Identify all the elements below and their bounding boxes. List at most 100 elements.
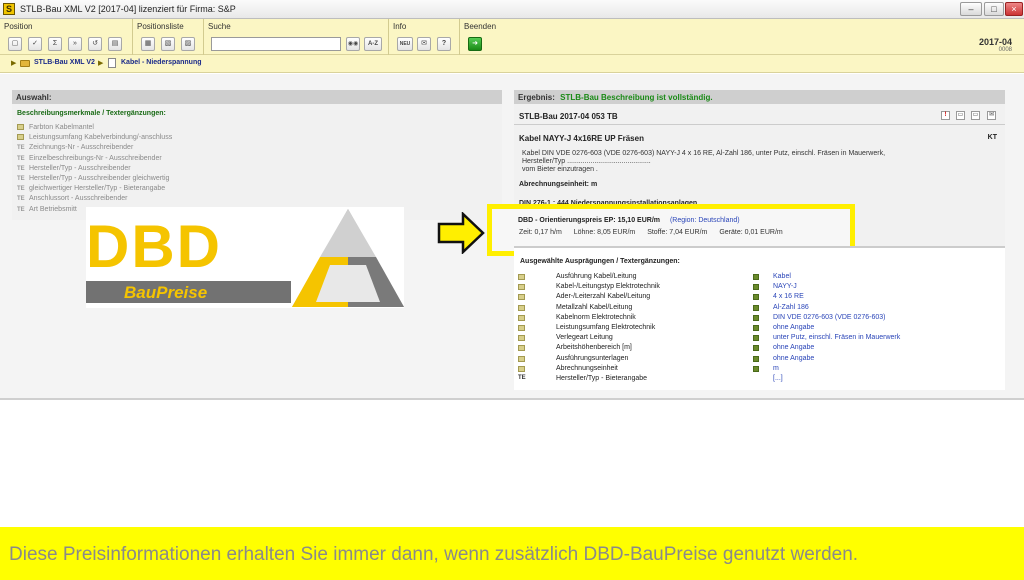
auspraegung-row[interactable]: Leistungsumfang Elektrotechnik ohne Angab… — [518, 324, 998, 334]
merkmal-icon — [17, 134, 24, 141]
position-description: Kabel DIN VDE 0276-603 (VDE 0276-603) NA… — [522, 150, 922, 174]
price-region[interactable]: (Region: Deutschland) — [670, 217, 740, 224]
merkmal-icon — [17, 124, 24, 131]
auswahl-item-label: Art Betriebsmitt — [29, 205, 77, 213]
auspraegung-row[interactable]: Ader-/Leiterzahl Kabel/Leitung 4 x 16 RE — [518, 293, 998, 303]
new-position-icon[interactable]: ▢ — [8, 37, 22, 51]
textergaenzung-marker: TE — [518, 375, 526, 381]
folder-open-icon[interactable]: ▭ — [956, 111, 965, 120]
auspraegung-row[interactable]: Verlegeart Leitung unter Putz, einschl. F… — [518, 334, 998, 344]
document-icon — [108, 58, 116, 68]
textergaenzung-marker: TE — [17, 145, 25, 152]
selected-value-icon — [753, 304, 759, 311]
auspraegungen-panel: Ausgewählte Ausprägungen / Textergänzung… — [514, 246, 1005, 390]
merkmal-icon — [518, 314, 525, 321]
auspraegung-row[interactable]: Kabelnorm Elektrotechnik DIN VDE 0276-603… — [518, 314, 998, 324]
auspraegung-row[interactable]: Kabel-/Leitungstyp Elektrotechnik NAYY-J — [518, 283, 998, 293]
toolbar-group-label: Info — [393, 22, 407, 31]
az-index-button[interactable]: A-Z — [364, 37, 382, 51]
neu-button[interactable]: NEU — [397, 37, 413, 51]
bookmark-red-icon[interactable]: ! — [941, 111, 950, 120]
auspraegung-value[interactable]: unter Putz, einschl. Fräsen in Mauerwerk — [773, 334, 900, 341]
help-icon[interactable]: ? — [437, 37, 451, 51]
auspraegung-row[interactable]: Ausführungsunterlagen ohne Angabe — [518, 355, 998, 365]
auswahl-list-item[interactable]: TE Anschlussort - Ausschreibender — [17, 195, 127, 205]
auspraegung-row[interactable]: Arbeitshöhenbereich [m] ohne Angabe — [518, 344, 998, 354]
auspraegung-name: Hersteller/Typ - Bieterangabe — [556, 375, 648, 382]
merkmal-icon — [518, 335, 525, 342]
auspraegung-value[interactable]: [...] — [773, 375, 783, 382]
breadcrumb-item-kabel[interactable]: Kabel - Niederspannung — [121, 59, 202, 66]
mail-icon[interactable]: ✉ — [417, 37, 431, 51]
textergaenzung-marker: TE — [17, 206, 25, 213]
price-stoffe: Stoffe: 7,04 EUR/m — [647, 229, 708, 236]
textergaenzung-marker: TE — [17, 165, 25, 172]
auspraegung-row[interactable]: Metallzahl Kabel/Leitung Al-Zahl 186 — [518, 304, 998, 314]
auswahl-list-item[interactable]: TE Art Betriebsmitt — [17, 206, 77, 216]
auspraegung-row[interactable]: Ausführung Kabel/Leitung Kabel — [518, 273, 998, 283]
merkmal-icon — [518, 365, 525, 372]
auspraegung-row[interactable]: TE Hersteller/Typ - Bieterangabe [...] — [518, 375, 998, 385]
auspraegung-row[interactable]: Abrechnungseinheit m — [518, 365, 998, 375]
search-input[interactable] — [211, 37, 341, 51]
ergebnis-header: Ergebnis: STLB-Bau Beschreibung ist voll… — [514, 90, 1005, 104]
auspraegung-name: Verlegeart Leitung — [556, 334, 613, 342]
folder-icon — [20, 60, 30, 67]
minimize-button[interactable]: – — [960, 2, 982, 16]
info-banner: Diese Preisinformationen erhalten Sie im… — [0, 527, 1024, 580]
toolbar: Position ▢ ✓ Σ » ↺ ▤ Positionsliste ▦ ▧ … — [0, 19, 1024, 55]
toolbar-group-positionsliste: Positionsliste ▦ ▧ ▨ — [133, 19, 204, 55]
toolbar-group-info: Info NEU ✉ ? — [389, 19, 460, 55]
stlb-code: STLB-Bau 2017-04 053 TB — [519, 112, 618, 121]
mail-icon[interactable]: ✉ — [987, 111, 996, 120]
auspraegung-value[interactable]: ohne Angabe — [773, 324, 814, 331]
auspraegung-value[interactable]: Al-Zahl 186 — [773, 304, 809, 311]
auspraegung-name: Ausführung Kabel/Leitung — [556, 273, 637, 280]
toolbar-group-label: Beenden — [464, 22, 497, 31]
maximize-button[interactable]: □ — [984, 2, 1004, 16]
auspraegung-value[interactable]: 4 x 16 RE — [773, 293, 804, 300]
textergaenzung-marker: TE — [17, 176, 25, 182]
divider — [514, 124, 1005, 125]
price-zeit: Zeit: 0,17 h/m — [519, 229, 562, 236]
auswahl-list-item[interactable]: Leistungsumfang Kabelverbindung/-anschlu… — [17, 134, 172, 144]
auspraegung-value[interactable]: m — [773, 365, 779, 372]
merkmal-icon — [518, 355, 525, 362]
textergaenzung-marker: TE — [17, 155, 25, 162]
auspraegung-name: Metallzahl Kabel/Leitung — [556, 303, 633, 311]
auswahl-item-label: Anschlussort - Ausschreibender — [29, 195, 128, 203]
auspraegung-value[interactable]: DIN VDE 0276-603 (VDE 0276-603) — [773, 314, 885, 321]
list-copy-icon[interactable]: ▧ — [161, 37, 175, 51]
forward-icon[interactable]: » — [68, 37, 82, 51]
auspraegung-value[interactable]: Kabel — [773, 273, 791, 280]
binoculars-icon[interactable]: ◉◉ — [346, 37, 360, 51]
auspraegung-value[interactable]: NAYY-J — [773, 283, 797, 290]
breadcrumb-item-stlb[interactable]: STLB-Bau XML V2 — [34, 59, 95, 66]
ergebnis-label: Ergebnis: — [518, 93, 555, 102]
toolbar-group-label: Suche — [208, 22, 231, 31]
auswahl-item-label: gleichwertiger Hersteller/Typ - Bieteran… — [29, 185, 166, 193]
exit-icon[interactable]: ➜ — [468, 37, 482, 51]
list-export-icon[interactable]: ▨ — [181, 37, 195, 51]
selected-value-icon — [753, 335, 759, 342]
auspraegung-value[interactable]: ohne Angabe — [773, 344, 814, 351]
folder-save-icon[interactable]: ▭ — [971, 111, 980, 120]
auswahl-list-item[interactable]: TE gleichwertiger Hersteller/Typ - Bieter… — [17, 185, 165, 195]
auswahl-list-item[interactable]: TE Hersteller/Typ - Ausschreibender gleic… — [17, 175, 169, 185]
undo-icon[interactable]: ↺ — [88, 37, 102, 51]
list-add-icon[interactable]: ▦ — [141, 37, 155, 51]
description-line: Hersteller/Typ .........................… — [522, 158, 651, 165]
selected-value-icon — [753, 294, 759, 301]
check-icon[interactable]: ✓ — [28, 37, 42, 51]
auswahl-list-item[interactable]: TE Hersteller/Typ - Ausschreibender — [17, 165, 131, 175]
document-icon[interactable]: ▤ — [108, 37, 122, 51]
close-button[interactable]: × — [1005, 2, 1023, 16]
description-line: vom Bieter einzutragen . — [522, 166, 598, 173]
sigma-icon[interactable]: Σ — [48, 37, 62, 51]
auswahl-list-item[interactable]: Farbton Kabelmantel — [17, 124, 94, 134]
auspraegung-value[interactable]: ohne Angabe — [773, 355, 814, 362]
toolbar-group-suche: Suche ◉◉ A-Z — [204, 19, 389, 55]
orientierungspreis-label: DBD - Orientierungspreis EP: 15,10 EUR/m — [518, 217, 660, 224]
auswahl-list-item[interactable]: TE Einzelbeschreibungs-Nr - Ausschreibend… — [17, 155, 162, 165]
auswahl-list-item[interactable]: TE Zeichnungs-Nr - Ausschreibender — [17, 144, 133, 154]
